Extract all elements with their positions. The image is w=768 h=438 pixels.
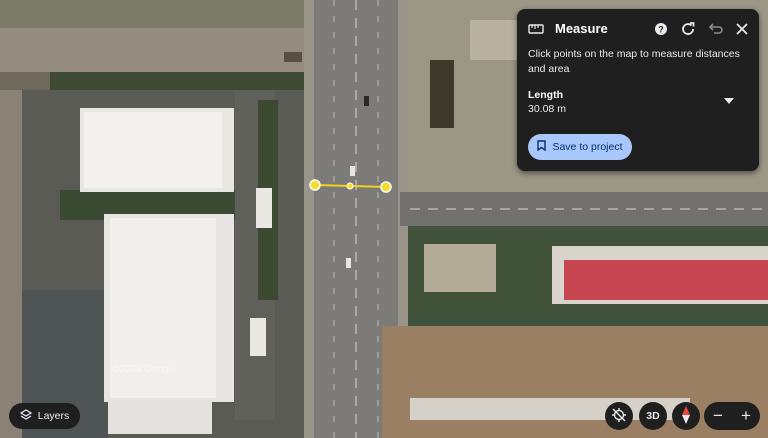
layers-icon (19, 408, 32, 424)
help-icon[interactable]: ? (652, 20, 670, 38)
close-icon[interactable] (733, 20, 751, 38)
ruler-icon (527, 20, 545, 38)
save-to-project-button[interactable]: Save to project (528, 134, 632, 160)
debris-area (470, 20, 520, 60)
compass-icon (680, 405, 692, 427)
panel-title: Measure (555, 21, 608, 36)
length-value: 30.08 m (528, 103, 566, 115)
measure-panel: Measure ? Click points on the map to mea… (517, 9, 759, 171)
top-left-field (0, 0, 322, 28)
view-3d-button[interactable]: 3D (639, 402, 667, 430)
measure-midpoint[interactable] (346, 182, 354, 190)
white-annex (108, 400, 212, 434)
refresh-icon[interactable] (679, 20, 697, 38)
compass-button[interactable] (672, 402, 700, 430)
svg-text:?: ? (658, 25, 664, 35)
tree-strip (50, 72, 320, 90)
red-roof-building (564, 260, 768, 300)
layers-button[interactable]: Layers (9, 403, 80, 429)
location-off-icon (611, 407, 627, 426)
measure-point-start[interactable] (309, 179, 321, 191)
dropdown-arrow-icon[interactable] (721, 93, 737, 109)
view-3d-label: 3D (646, 410, 660, 422)
road-sidewalk-left (304, 0, 314, 438)
length-label: Length (528, 89, 563, 101)
zoom-out-button[interactable]: − (704, 402, 732, 430)
map-watermark: ©2024 Google (112, 364, 177, 375)
car (346, 258, 351, 268)
truck (284, 52, 302, 62)
small-shed (256, 188, 272, 228)
car (364, 96, 369, 106)
white-roof-north (84, 112, 222, 188)
location-off-button[interactable] (605, 402, 633, 430)
undo-icon[interactable] (706, 20, 724, 38)
measure-instructions: Click points on the map to measure dista… (528, 48, 740, 75)
car (350, 166, 355, 176)
save-button-label: Save to project (552, 141, 623, 153)
layers-label: Layers (37, 410, 70, 422)
zoom-in-button[interactable]: + (732, 402, 760, 430)
small-shed-2 (250, 318, 266, 356)
measure-point-end[interactable] (380, 181, 392, 193)
zoom-control: − + (704, 402, 760, 430)
small-roof-building (424, 244, 496, 292)
bookmark-icon (537, 140, 547, 154)
excavation-pit (430, 60, 454, 128)
upper-street (0, 28, 330, 72)
left-edge-buildings (0, 90, 22, 438)
